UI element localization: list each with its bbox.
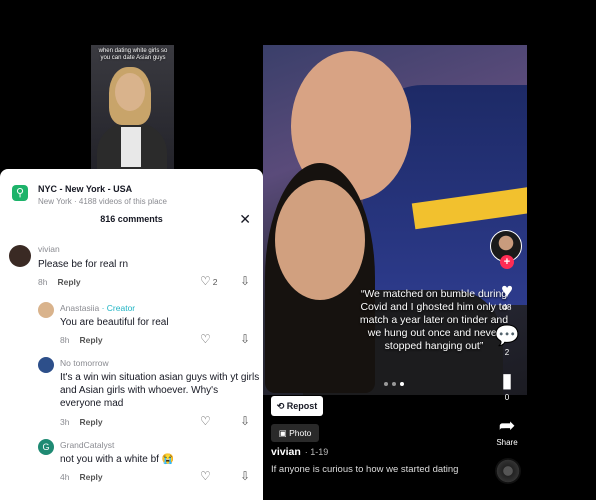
reply-button[interactable]: Reply [79, 472, 102, 482]
comment-time: 4h [60, 472, 70, 482]
location-subtitle: New York · 4188 videos of this place [38, 197, 167, 206]
video-author[interactable]: vivian · 1-19 [271, 446, 328, 458]
dislike-icon[interactable]: ⇩ [240, 414, 250, 428]
comment-text: You are beautiful for real [60, 317, 169, 328]
follow-plus-icon[interactable]: + [500, 255, 514, 269]
share-label: Share [496, 438, 518, 447]
main-video[interactable]: “We matched on bumble during Covid and I… [263, 45, 527, 500]
like-button[interactable]: ♡ 2 [200, 274, 218, 288]
share-button[interactable]: ➦ Share [490, 415, 524, 447]
comment-text: It's a win win situation asian guys with… [60, 372, 260, 409]
reply-button[interactable]: Reply [79, 335, 102, 345]
carousel-dot[interactable] [384, 382, 388, 386]
thumbnail-person-face [115, 73, 145, 111]
dislike-icon[interactable]: ⇩ [240, 332, 250, 346]
video-photo[interactable]: “We matched on bumble during Covid and I… [263, 45, 527, 395]
creator-badge: · Creator [101, 303, 136, 313]
reply-button[interactable]: Reply [57, 277, 80, 287]
commenter-name[interactable]: vivian [38, 244, 60, 254]
comment-text: Please be for real rn [38, 259, 129, 270]
comment-bubble-icon: 💬 [494, 325, 520, 347]
repost-button[interactable]: ⟲ Repost [271, 396, 323, 416]
comment-meta: 3h Reply [60, 417, 103, 427]
thumbnail-person-shirt [121, 127, 141, 167]
heart-icon: ♡ [200, 332, 211, 346]
comment-count: 2 [504, 348, 510, 357]
photo-tag: ▣ Photo [271, 424, 319, 442]
comment-meta: 8h Reply [38, 277, 81, 287]
like-video-button[interactable]: ♥ 48 [490, 280, 524, 312]
like-button[interactable]: ♡ [200, 332, 211, 346]
commenter-avatar[interactable] [38, 302, 54, 318]
like-count: 48 [502, 303, 512, 312]
photo-icon: ▣ [278, 428, 290, 438]
like-button[interactable]: ♡ [200, 414, 211, 428]
commenter-avatar[interactable] [38, 357, 54, 373]
location-bar[interactable]: ⚲ NYC - New York - USA New York · 4188 v… [12, 177, 255, 207]
commenter-avatar[interactable]: G [38, 439, 54, 455]
carousel-dots[interactable] [384, 373, 408, 391]
thumbnail-caption: when dating white girls so you can date … [98, 48, 168, 61]
comment-meta: 8h Reply [60, 335, 103, 345]
commenter-name[interactable]: Anastasiia · Creator [60, 303, 135, 313]
comments-panel: ⚲ NYC - New York - USA New York · 4188 v… [0, 169, 263, 500]
reply-button[interactable]: Reply [79, 417, 102, 427]
comment-time: 8h [60, 335, 70, 345]
carousel-dot-active[interactable] [400, 382, 404, 386]
repost-icon: ⟲ [276, 401, 287, 411]
like-button[interactable]: ♡ [200, 469, 211, 483]
bookmark-button[interactable]: ▮ 0 [490, 370, 524, 402]
video-quote-text: “We matched on bumble during Covid and I… [359, 288, 509, 352]
bookmark-count: 0 [504, 393, 510, 402]
bookmark-icon: ▮ [501, 370, 513, 392]
comments-count: 816 comments [100, 214, 163, 224]
comment-text: not you with a white bf 😭 [60, 454, 175, 465]
heart-icon: ♥ [501, 280, 513, 302]
commenter-name[interactable]: GrandCatalyst [60, 440, 114, 450]
heart-icon: ♡ [200, 274, 211, 288]
app-root: when dating white girls so you can date … [0, 0, 596, 500]
dislike-icon[interactable]: ⇩ [240, 469, 250, 483]
close-icon[interactable]: ✕ [239, 211, 251, 228]
location-pin-icon: ⚲ [12, 185, 28, 201]
comment-time: 8h [38, 277, 48, 287]
comment-meta: 4h Reply [60, 472, 103, 482]
carousel-dot[interactable] [392, 382, 396, 386]
commenter-name[interactable]: No tomorrow [60, 358, 109, 368]
music-disc-icon[interactable] [495, 458, 521, 484]
comment-button[interactable]: 💬 2 [490, 325, 524, 357]
dislike-icon[interactable]: ⇩ [240, 274, 250, 288]
heart-icon: ♡ [200, 469, 211, 483]
video-description: If anyone is curious to how we started d… [271, 464, 459, 475]
comment-time: 3h [60, 417, 70, 427]
heart-icon: ♡ [200, 414, 211, 428]
video-thumbnail[interactable]: when dating white girls so you can date … [91, 45, 174, 169]
share-arrow-icon: ➦ [498, 415, 516, 437]
like-count: 2 [212, 277, 218, 287]
commenter-avatar[interactable] [9, 245, 31, 267]
post-date: · 1-19 [304, 447, 329, 457]
photo-woman-face [275, 180, 365, 300]
location-title: NYC - New York - USA [38, 184, 133, 194]
